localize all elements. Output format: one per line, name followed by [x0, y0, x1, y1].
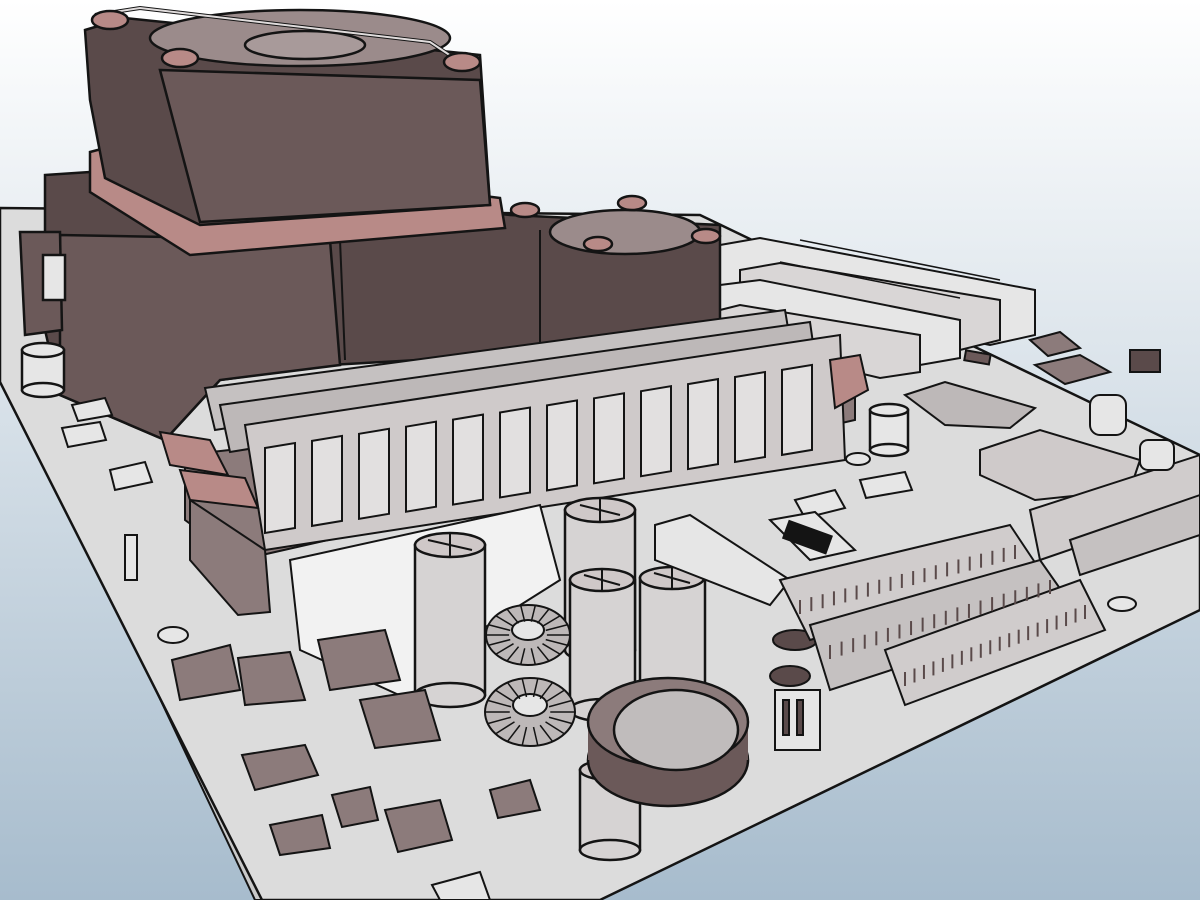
- jumper: [124, 534, 138, 581]
- cooler-top-face: [158, 68, 492, 224]
- cmos-battery: [586, 676, 750, 808]
- io-port: [41, 253, 67, 302]
- ram-chip: [781, 363, 813, 457]
- mosfet: [358, 688, 442, 750]
- ram-chip: [358, 427, 390, 520]
- screw-cap: [442, 51, 482, 73]
- screw-cap: [582, 235, 614, 253]
- mounting-hole: [157, 626, 189, 644]
- fan-icon: [548, 208, 702, 256]
- fan-hub: [243, 29, 367, 61]
- capacitor-icon: [20, 341, 66, 399]
- pin-header: [1129, 349, 1161, 373]
- capacitor-icon: [868, 402, 910, 458]
- motherboard-scene: [0, 0, 1200, 900]
- ram-chip: [546, 399, 578, 492]
- screw-cap: [690, 227, 722, 245]
- capacitor-icon: [413, 531, 487, 709]
- capacitor-small: [1089, 394, 1127, 436]
- screw-cap: [90, 9, 130, 31]
- ram-chip: [264, 441, 296, 535]
- screw-cap: [509, 201, 541, 219]
- ram-chip: [640, 385, 672, 478]
- ram-chip: [311, 434, 343, 528]
- mounting-hole: [1107, 596, 1137, 612]
- ram-chip: [687, 377, 719, 471]
- screw-cap: [616, 194, 648, 212]
- ram-chip: [593, 392, 625, 485]
- ram-chip: [499, 406, 531, 499]
- mosfet: [316, 628, 402, 692]
- ram-chip: [734, 370, 766, 464]
- ram-chip: [452, 413, 484, 506]
- mounting-hole: [845, 452, 871, 466]
- screw-cap: [160, 47, 200, 69]
- ram-chip: [405, 420, 437, 513]
